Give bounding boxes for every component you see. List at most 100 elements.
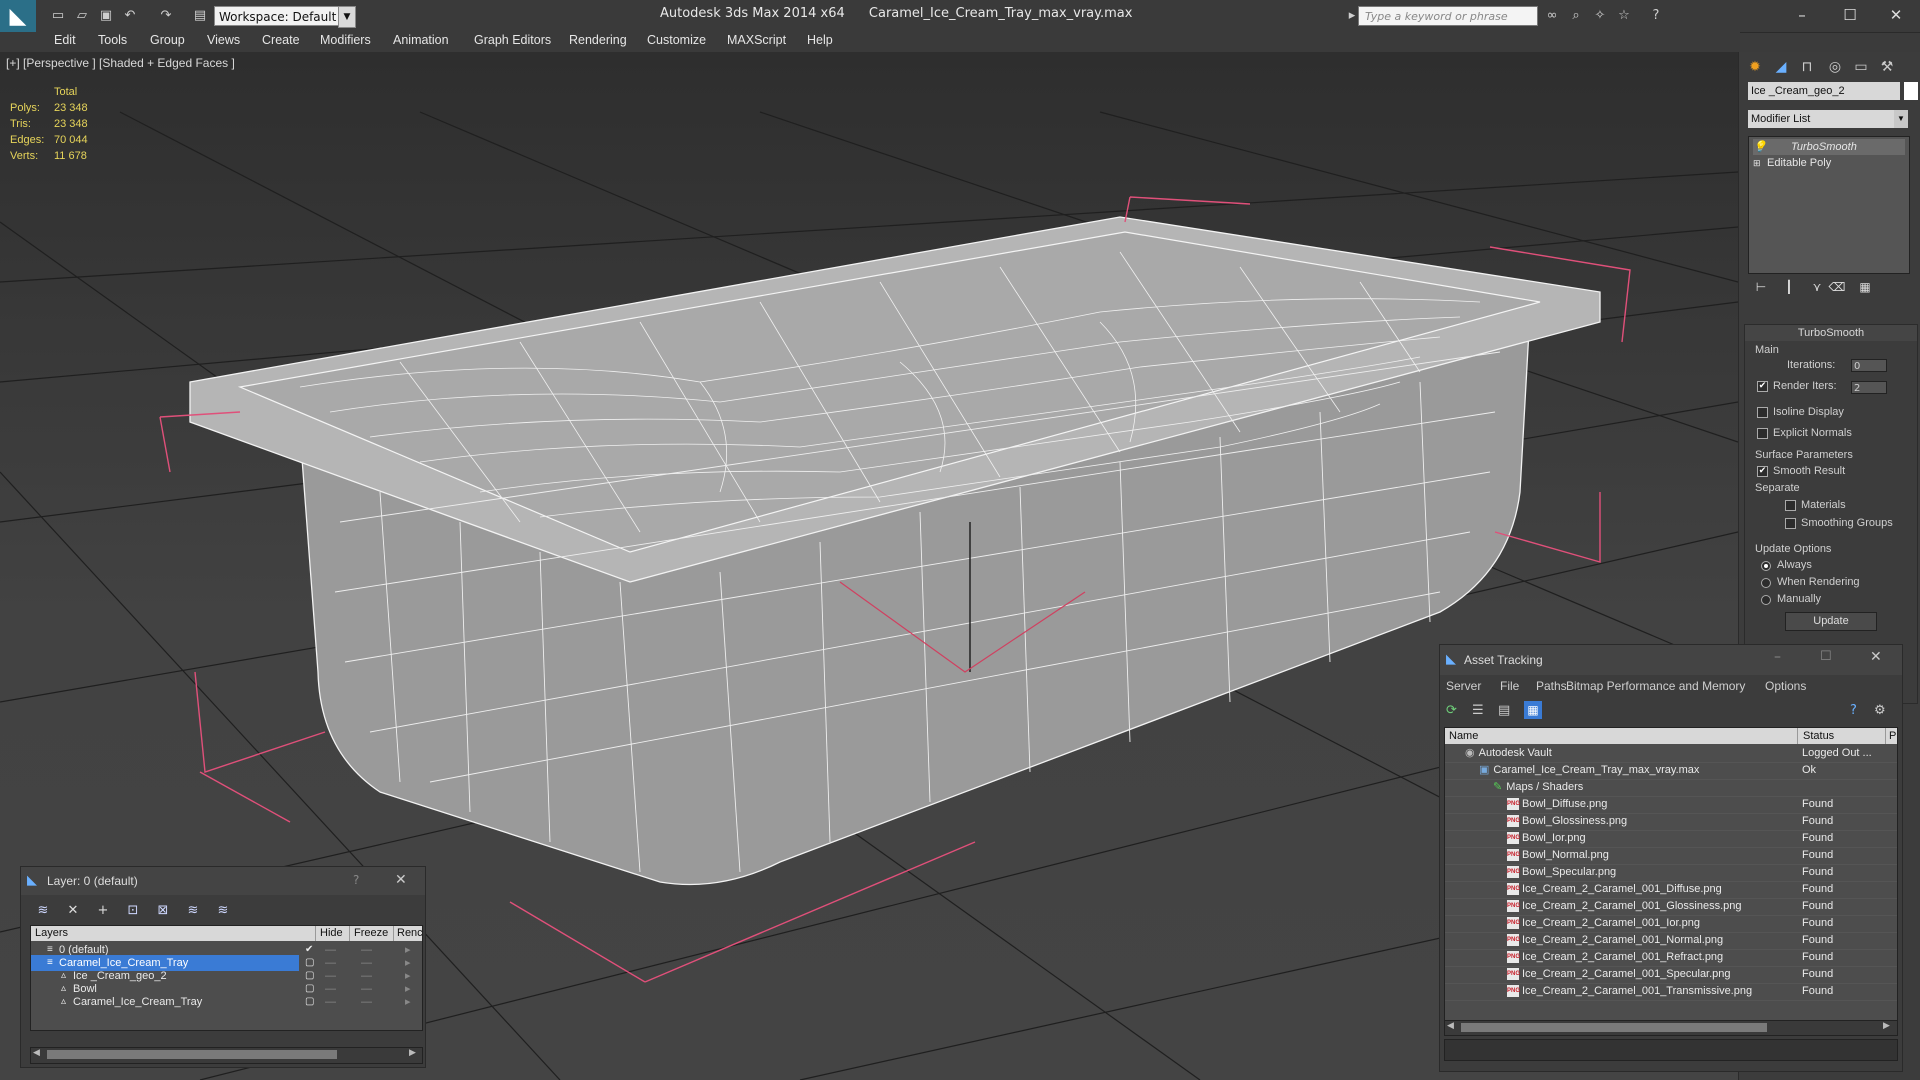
- asset-menu-options[interactable]: Options: [1765, 679, 1806, 693]
- isoline-checkbox[interactable]: [1757, 407, 1768, 418]
- menu-animation[interactable]: Animation: [393, 33, 449, 47]
- column-layers[interactable]: Layers: [35, 926, 68, 941]
- settings-icon[interactable]: ⚙: [1874, 703, 1886, 718]
- manually-radio[interactable]: [1761, 595, 1771, 605]
- materials-checkbox[interactable]: [1785, 500, 1796, 511]
- binoculars-icon[interactable]: ∞: [1544, 8, 1560, 24]
- render-toggle[interactable]: ▸: [405, 994, 411, 1010]
- search-icon[interactable]: ⌕: [1568, 8, 1584, 24]
- modifier-stack[interactable]: 💡 TurboSmooth ⊞ Editable Poly: [1748, 136, 1910, 274]
- select-objects-icon[interactable]: ⊡: [125, 903, 141, 919]
- maximize-button[interactable]: ☐: [1830, 4, 1870, 26]
- freeze-all-icon[interactable]: ≋: [215, 903, 231, 919]
- column-p[interactable]: P: [1885, 728, 1896, 744]
- column-render[interactable]: Renc: [393, 926, 422, 941]
- horizontal-scrollbar[interactable]: ◀ ▶: [30, 1047, 423, 1064]
- redo-icon[interactable]: ↷: [158, 8, 174, 24]
- explicit-normals-checkbox[interactable]: [1757, 428, 1768, 439]
- column-name[interactable]: Name: [1449, 728, 1478, 744]
- refresh-icon[interactable]: ⟳: [1446, 703, 1457, 718]
- asset-row[interactable]: PNG Ice_Cream_2_Caramel_001_Refract.png Fo…: [1445, 949, 1897, 967]
- configure-modifier-sets-icon[interactable]: ▦: [1855, 280, 1875, 298]
- menu-group[interactable]: Group: [150, 33, 185, 47]
- asset-row[interactable]: PNG Bowl_Glossiness.png Found: [1445, 813, 1897, 831]
- asset-row[interactable]: PNG Ice_Cream_2_Caramel_001_Diffuse.png Fo…: [1445, 881, 1897, 899]
- asset-row[interactable]: PNG Ice_Cream_2_Caramel_001_Ior.png Found: [1445, 915, 1897, 933]
- search-input[interactable]: Type a keyword or phrase: [1358, 6, 1538, 26]
- help-icon[interactable]: ?: [1648, 8, 1664, 24]
- expand-icon[interactable]: ⊞: [1753, 155, 1767, 171]
- new-file-icon[interactable]: ▭: [50, 8, 66, 24]
- help-icon[interactable]: ?: [1850, 703, 1857, 718]
- hide-all-icon[interactable]: ≋: [185, 903, 201, 919]
- asset-row[interactable]: PNG Ice_Cream_2_Caramel_001_Normal.png Fou…: [1445, 932, 1897, 950]
- asset-row[interactable]: PNG Bowl_Diffuse.png Found: [1445, 796, 1897, 814]
- scroll-thumb[interactable]: [47, 1050, 337, 1059]
- highlight-layer-icon[interactable]: ⊠: [155, 903, 171, 919]
- update-button[interactable]: Update: [1785, 612, 1877, 631]
- communication-center-icon[interactable]: ✧: [1592, 8, 1608, 24]
- modifier-list-dropdown[interactable]: Modifier List ▼: [1748, 110, 1908, 128]
- close-button[interactable]: ✕: [1876, 4, 1916, 26]
- column-freeze[interactable]: Freeze: [349, 926, 388, 941]
- utilities-tab-icon[interactable]: ⚒: [1875, 56, 1899, 78]
- hide-toggle[interactable]: —: [325, 994, 336, 1010]
- create-tab-icon[interactable]: ✹: [1743, 56, 1767, 78]
- stack-item-editable-poly[interactable]: ⊞ Editable Poly: [1753, 155, 1831, 171]
- asset-row[interactable]: PNG Ice_Cream_2_Caramel_001_Glossiness.pn…: [1445, 898, 1897, 916]
- menu-graph-editors[interactable]: Graph Editors: [474, 33, 551, 47]
- object-color-swatch[interactable]: [1904, 82, 1918, 100]
- create-layer-icon[interactable]: ≋: [35, 903, 51, 919]
- table-view-icon[interactable]: ▦: [1524, 701, 1542, 719]
- minimize-button[interactable]: –: [1782, 4, 1822, 26]
- layer-row[interactable]: ▵ Caramel_Ice_Cream_Tray ▢ — — ▸: [31, 994, 422, 1010]
- asset-menu-file[interactable]: File: [1500, 679, 1519, 693]
- object-name-field[interactable]: Ice _Cream_geo_2: [1748, 82, 1900, 100]
- asset-row[interactable]: PNG Ice_Cream_2_Caramel_001_Transmissive.…: [1445, 983, 1897, 1001]
- list-view-icon[interactable]: ☰: [1472, 703, 1484, 718]
- menu-maxscript[interactable]: MAXScript: [727, 33, 786, 47]
- asset-row[interactable]: PNG Ice_Cream_2_Caramel_001_Specular.png F…: [1445, 966, 1897, 984]
- close-button[interactable]: ✕: [395, 872, 407, 888]
- minimize-button[interactable]: –: [1774, 649, 1781, 665]
- smooth-result-checkbox[interactable]: ✔: [1757, 466, 1768, 477]
- scroll-thumb[interactable]: [1461, 1023, 1767, 1032]
- delete-layer-icon[interactable]: ✕: [65, 903, 81, 919]
- menu-modifiers[interactable]: Modifiers: [320, 33, 371, 47]
- menu-views[interactable]: Views: [207, 33, 240, 47]
- column-status[interactable]: Status: [1797, 728, 1834, 744]
- remove-modifier-icon[interactable]: ⌫: [1827, 280, 1847, 298]
- rollout-header[interactable]: TurboSmooth: [1745, 325, 1917, 341]
- app-logo-icon[interactable]: ◣: [0, 0, 36, 36]
- asset-menu-server[interactable]: Server: [1446, 679, 1481, 693]
- help-button[interactable]: ?: [353, 873, 359, 887]
- project-folder-icon[interactable]: ▤: [192, 8, 208, 24]
- menu-help[interactable]: Help: [807, 33, 833, 47]
- viewport-label[interactable]: [+] [Perspective ] [Shaded + Edged Faces…: [6, 56, 235, 70]
- render-iters-spinner[interactable]: 2: [1851, 381, 1887, 394]
- modify-tab-icon[interactable]: ◢: [1769, 56, 1793, 78]
- close-button[interactable]: ✕: [1870, 649, 1882, 665]
- pin-stack-icon[interactable]: ⊢: [1751, 280, 1771, 298]
- asset-menu-bitmap[interactable]: Bitmap Performance and Memory: [1566, 679, 1745, 693]
- undo-icon[interactable]: ↶: [122, 8, 138, 24]
- asset-table[interactable]: Name Status P ◉ Autodesk Vault Logged Out …: [1444, 727, 1898, 1021]
- show-end-result-icon[interactable]: ┃: [1779, 280, 1799, 298]
- open-file-icon[interactable]: ▱: [74, 8, 90, 24]
- maximize-button[interactable]: ☐: [1820, 649, 1832, 664]
- freeze-toggle[interactable]: —: [361, 994, 372, 1010]
- asset-menu-paths[interactable]: Paths: [1536, 679, 1567, 693]
- menu-create[interactable]: Create: [262, 33, 300, 47]
- asset-title-bar[interactable]: ◣ Asset Tracking – ☐ ✕: [1440, 645, 1902, 675]
- menu-edit[interactable]: Edit: [54, 33, 76, 47]
- layer-table[interactable]: Layers Hide Freeze Renc ≡ 0 (default) ✔ — — ▸…: [30, 925, 423, 1031]
- motion-tab-icon[interactable]: ◎: [1823, 56, 1847, 78]
- stack-item-turbosmooth[interactable]: 💡 TurboSmooth: [1753, 139, 1905, 155]
- make-unique-icon[interactable]: ⋎: [1807, 280, 1827, 298]
- scroll-left-icon[interactable]: ◀: [1447, 1021, 1454, 1031]
- asset-row[interactable]: PNG Bowl_Normal.png Found: [1445, 847, 1897, 865]
- asset-row[interactable]: ▣ Caramel_Ice_Cream_Tray_max_vray.max Ok: [1445, 762, 1897, 780]
- hierarchy-tab-icon[interactable]: ⊓: [1795, 56, 1819, 78]
- asset-row[interactable]: ✎ Maps / Shaders: [1445, 779, 1897, 797]
- favorites-star-icon[interactable]: ☆: [1616, 8, 1632, 24]
